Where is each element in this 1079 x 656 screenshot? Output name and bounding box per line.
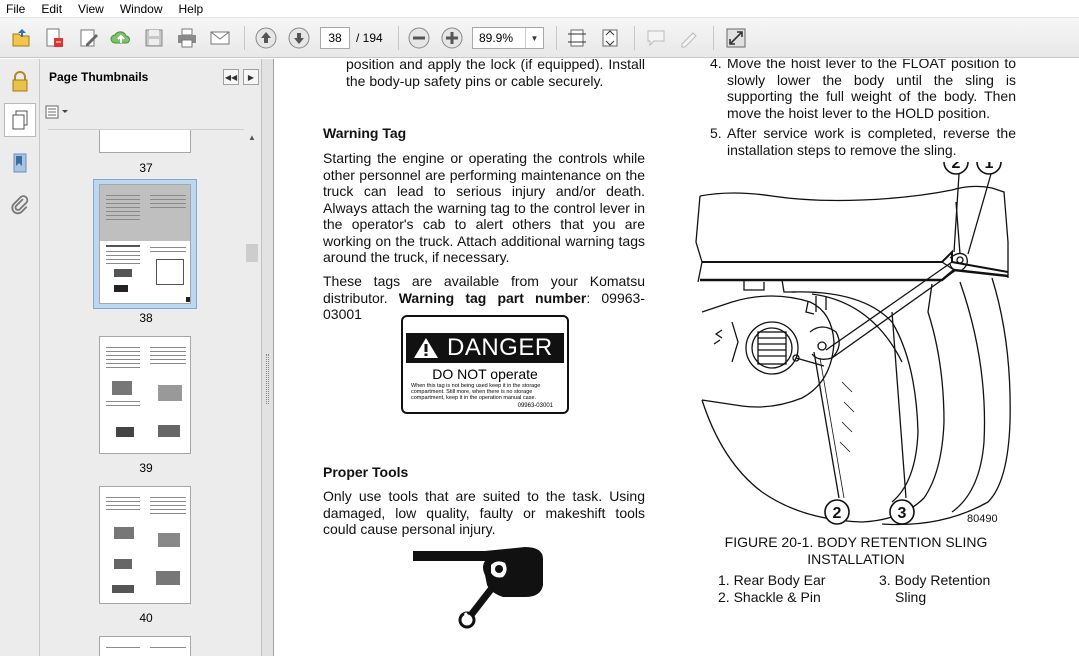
proper-tools-paragraph: Only use tools that are suited to the ta…	[323, 488, 645, 537]
thumbnail-label: 40	[139, 611, 153, 625]
figure-caption: FIGURE 20-1. BODY RETENTION SLING INSTAL…	[706, 534, 1006, 567]
print-icon[interactable]	[175, 26, 199, 50]
warning-tag-heading: Warning Tag	[323, 125, 407, 141]
menu-edit[interactable]: Edit	[33, 0, 70, 18]
panel-menu-icon[interactable]: ▶	[243, 69, 259, 85]
callout-1: 1	[985, 162, 994, 172]
attachments-icon[interactable]	[6, 191, 34, 219]
navigation-rail	[0, 59, 40, 656]
menu-file[interactable]: File	[0, 0, 33, 18]
warning-tag-paragraph: Starting the engine or operating the con…	[323, 150, 645, 265]
thumbnail-page-37[interactable]	[99, 130, 191, 153]
page-thumbnails-icon[interactable]	[4, 103, 36, 137]
legend-left: 1. Rear Body Ear 2. Shackle & Pin	[718, 572, 825, 606]
upload-icon[interactable]	[109, 26, 133, 50]
thumbnail-page-39[interactable]	[99, 336, 191, 454]
thumbnail-options-icon[interactable]	[45, 103, 75, 121]
comment-icon[interactable]	[644, 26, 668, 50]
panel-header: Page Thumbnails ◀◀ ▶	[40, 59, 262, 95]
open-icon[interactable]	[9, 26, 33, 50]
page-up-icon[interactable]	[254, 26, 278, 50]
menu-window[interactable]: Window	[112, 0, 171, 18]
figure-ref-number: 80490	[967, 513, 998, 525]
save-icon[interactable]	[142, 26, 166, 50]
danger-part-number: 09963-03001	[517, 403, 553, 409]
menu-bar: File Edit View Window Help	[0, 0, 1079, 18]
bookmarks-icon[interactable]	[6, 149, 34, 177]
lock-icon[interactable]	[6, 67, 34, 95]
thumbnail-page-38[interactable]	[99, 184, 191, 304]
body-text-top: position and apply the lock (if equipped…	[346, 59, 645, 89]
thumbnail-label: 39	[139, 461, 153, 475]
legend-item-1: 1. Rear Body Ear	[718, 572, 826, 588]
callout-3: 3	[898, 505, 907, 522]
step-5: 5. After service work is completed, rever…	[710, 125, 1016, 158]
document-view: position and apply the lock (if equipped…	[275, 59, 1079, 656]
thumbnail-label: 38	[139, 311, 153, 325]
page-total: / 194	[356, 31, 383, 45]
scroll-up-icon[interactable]: ▲	[248, 133, 256, 142]
panel-title: Page Thumbnails	[49, 70, 149, 84]
legend-right: 3. Body Retention Sling	[879, 572, 990, 606]
figure-caption-line-1: FIGURE 20-1. BODY RETENTION SLING	[724, 534, 988, 550]
thumbnail-page-41[interactable]	[99, 636, 191, 656]
thumbnail-list: 37 38 39 40	[48, 129, 244, 656]
edit-icon[interactable]	[77, 26, 101, 50]
zoom-in-icon[interactable]	[440, 26, 464, 50]
scrollbar-thumb[interactable]	[246, 244, 258, 262]
zoom-select[interactable]: 89.9% ▼	[472, 27, 544, 49]
thumbnail-page-40[interactable]	[99, 486, 191, 604]
toolbar: 38 / 194 89.9% ▼	[0, 18, 1079, 58]
body-retention-sling-figure: 2 1 2 3 80490	[695, 162, 1011, 526]
thumbnail-scrollbar[interactable]: ▲	[244, 129, 260, 656]
figure-caption-line-2: INSTALLATION	[807, 550, 905, 567]
legend-item-3: 3. Body Retention	[879, 572, 991, 588]
fit-width-icon[interactable]	[598, 26, 622, 50]
danger-title: DANGER	[447, 334, 553, 361]
step-4: 4. Move the hoist lever to the FLOAT posi…	[710, 59, 1016, 121]
full-screen-icon[interactable]	[724, 26, 748, 50]
page-down-icon[interactable]	[287, 26, 311, 50]
menu-view[interactable]: View	[70, 0, 112, 18]
legend-item-2: 2. Shackle & Pin	[718, 589, 821, 605]
chevron-down-icon[interactable]: ▼	[525, 28, 543, 48]
zoom-out-icon[interactable]	[407, 26, 431, 50]
thumbnail-label: 37	[139, 161, 153, 175]
danger-small-3: compartment, keep it in the operation ma…	[411, 395, 537, 401]
sign-icon[interactable]	[677, 26, 701, 50]
zoom-value: 89.9%	[479, 31, 514, 45]
part-number-label: Warning tag part number	[398, 289, 587, 306]
legend-item-3-cont: Sling	[895, 589, 927, 605]
hand-wrench-illustration	[413, 547, 543, 629]
page-number-input[interactable]: 38	[320, 27, 350, 49]
collapse-panel-icon[interactable]: ◀◀	[223, 69, 239, 85]
proper-tools-heading: Proper Tools	[323, 464, 409, 480]
danger-subtitle: DO NOT operate	[432, 366, 538, 382]
callout-2-top: 2	[952, 162, 961, 172]
panel-splitter[interactable]	[262, 59, 274, 656]
danger-tag-image: DANGER DO NOT operate When this tag is n…	[401, 315, 569, 414]
menu-help[interactable]: Help	[171, 0, 212, 18]
callout-2-bottom: 2	[833, 505, 842, 522]
fit-page-icon[interactable]	[565, 26, 589, 50]
warning-triangle-icon	[414, 338, 438, 358]
create-pdf-icon[interactable]	[42, 26, 66, 50]
steps-list: 4. Move the hoist lever to the FLOAT posi…	[710, 59, 1016, 158]
email-icon[interactable]	[208, 26, 232, 50]
thumbnails-panel: Page Thumbnails ◀◀ ▶ 37 38 39 40 ▲	[40, 59, 262, 656]
